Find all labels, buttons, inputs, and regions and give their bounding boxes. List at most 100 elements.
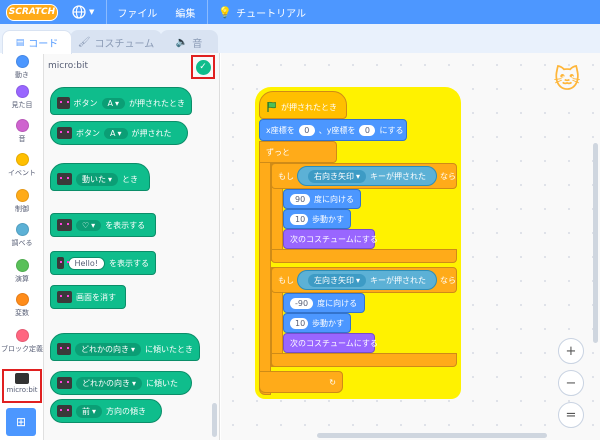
category-microbit[interactable]: micro:bit [2,369,42,403]
block-text: 画面を消す [76,292,116,302]
block-display-text[interactable]: Hello! を表示する [50,251,156,275]
if-key-right-block[interactable]: もし 右向き矢印 ▾ キーが押された なら [271,163,457,189]
y-input[interactable]: 0 [359,124,376,136]
block-text: を表示する [105,220,146,230]
workspace-horizontal-scrollbar[interactable] [317,433,547,438]
block-dropdown[interactable]: 前 ▾ [76,404,103,418]
block-text: 、y座標を [318,125,356,135]
forever-block[interactable]: ずっと [259,141,337,163]
category-sensing[interactable]: 調べる [0,223,44,248]
if-key-left-block[interactable]: もし 左向き矢印 ▾ キーが押された なら [271,267,457,293]
block-text: もし [278,275,294,285]
block-dropdown[interactable]: どれかの向き ▾ [76,376,143,390]
block-text: に傾いたとき [145,344,193,354]
block-text: キーが押された [370,171,427,181]
point-direction-block[interactable]: -90 度に向ける [283,293,365,313]
block-when-button-pressed[interactable]: ボタン A ▾ が押されたとき [50,87,192,115]
connection-status-button[interactable]: ✓ [191,55,215,79]
next-costume-block[interactable]: 次のコスチュームにする [283,229,378,249]
microbit-icon [57,291,72,303]
block-text: ボタン [76,128,100,138]
go-to-xy-block[interactable]: x座標を 0 、y座標を 0 にする [259,119,407,141]
category-dot [15,189,29,202]
category-dot [15,329,29,342]
category-operators[interactable]: 演算 [0,259,44,284]
category-looks[interactable]: 見た目 [0,85,44,110]
tab-code[interactable]: ▤ コード [2,30,72,54]
block-text: 方向の傾き [106,406,147,416]
forever-arm [259,141,271,395]
block-dropdown[interactable]: A ▾ [101,97,125,109]
when-flag-clicked-block[interactable]: が押されたとき [259,91,347,119]
block-text: に傾いた [146,378,179,388]
move-steps-block[interactable]: 10 歩動かす [283,209,351,229]
zoom-reset-button[interactable]: = [558,402,584,428]
block-button-is-pressed[interactable]: ボタン A ▾ が押された [50,121,188,145]
key-dropdown[interactable]: 右向き矢印 ▾ [308,169,367,183]
pattern-dropdown[interactable]: ♡ ▾ [76,219,102,231]
tutorials-label: チュートリアル [236,8,306,20]
palette-scrollbar[interactable] [212,403,217,437]
file-menu[interactable]: ファイル [106,0,161,24]
key-dropdown[interactable]: 左向き矢印 ▾ [308,273,367,287]
block-clear-display[interactable]: 画面を消す [50,285,126,309]
edit-menu[interactable]: 編集 [171,0,199,24]
direction-input[interactable]: -90 [290,297,314,309]
block-tilt-angle[interactable]: 前 ▾ 方向の傾き [50,399,162,423]
language-menu[interactable]: ▼ [68,0,98,24]
workspace-vertical-scrollbar[interactable] [593,143,598,343]
block-is-tilted[interactable]: どれかの向き ▾ に傾いた [50,371,192,395]
block-text: が押されたとき [281,102,337,112]
category-variables[interactable]: 変数 [0,293,44,318]
microbit-icon [57,219,72,231]
if-footer [271,249,457,263]
tutorials-menu[interactable]: 💡 チュートリアル [207,0,310,24]
if-footer [271,353,457,367]
x-input[interactable]: 0 [298,124,315,136]
heart-icon: ♡ [82,220,90,230]
green-flag-icon [267,101,276,112]
move-steps-block[interactable]: 10 歩動かす [283,313,351,333]
point-direction-block[interactable]: 90 度に向ける [283,189,361,209]
tab-sounds-label: 音 [192,38,203,50]
key-pressed-block[interactable]: 右向き矢印 ▾ キーが押された [297,166,438,186]
microbit-icon [57,343,71,355]
block-text: にする [379,125,404,135]
category-sound[interactable]: 音 [0,119,44,144]
category-dot [15,293,29,306]
tab-sounds[interactable]: 🔈 音 [160,30,218,53]
category-my-blocks[interactable]: ブロック定義 [0,329,44,354]
block-when-tilted[interactable]: どれかの向き ▾ に傾いたとき [50,333,200,361]
add-extension-button[interactable]: ⊞ [6,408,36,436]
text-input[interactable]: Hello! [67,256,105,270]
block-text: なら [440,275,457,285]
block-dropdown[interactable]: 動いた ▾ [76,172,119,186]
category-label: 音 [18,135,26,143]
zoom-out-button[interactable]: − [558,370,584,396]
block-text: とき [122,174,139,184]
script-workspace[interactable]: 🐱 が押されたとき x座標を 0 、y座標を 0 にする ずっと ↻ もし 右向… [221,53,600,440]
brush-icon: 🖌 [77,36,91,48]
block-text: x座標を [266,125,295,135]
tab-costumes[interactable]: 🖌 コスチューム [70,30,162,53]
block-text: なら [440,171,457,181]
key-pressed-block[interactable]: 左向き矢印 ▾ キーが押された [297,270,438,290]
category-control[interactable]: 制御 [0,189,44,214]
direction-input[interactable]: 90 [290,193,310,205]
scratch-logo[interactable]: SCRATCH [6,3,58,21]
category-label: 変数 [15,309,29,317]
block-display-pattern[interactable]: ♡ ▾ を表示する [50,213,156,237]
category-menu: 動き 見た目 音 イベント 制御 調べる 演算 変数 ブロック定義 micro:… [0,53,44,440]
block-when-moved[interactable]: 動いた ▾ とき [50,163,150,191]
steps-input[interactable]: 10 [290,213,308,225]
code-icon: ▤ [15,37,25,48]
steps-input[interactable]: 10 [290,317,308,329]
next-costume-block[interactable]: 次のコスチュームにする [283,333,378,353]
block-dropdown[interactable]: A ▾ [104,127,128,139]
category-events[interactable]: イベント [0,153,44,178]
block-text: 度に向ける [314,194,354,204]
menu-bar: SCRATCH ▼ ファイル 編集 💡 チュートリアル [0,0,600,24]
zoom-in-button[interactable]: + [558,338,584,364]
category-motion[interactable]: 動き [0,55,44,80]
block-dropdown[interactable]: どれかの向き ▾ [74,342,141,356]
